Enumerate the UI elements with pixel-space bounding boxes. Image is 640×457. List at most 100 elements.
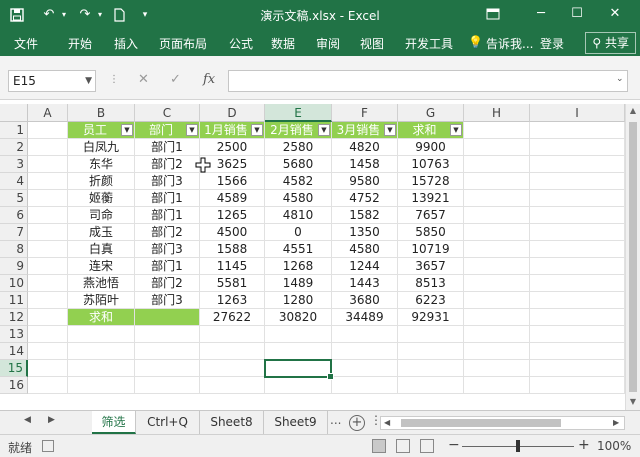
cell-f16[interactable] — [332, 377, 398, 394]
cell-h6[interactable] — [464, 207, 530, 224]
cell-f1[interactable]: 3月销售 ▼ — [332, 122, 398, 139]
cell-g2[interactable]: 9900 — [398, 139, 464, 156]
row-header-9[interactable]: 9 — [0, 258, 28, 275]
cell-h3[interactable] — [464, 156, 530, 173]
cell-a14[interactable] — [28, 343, 68, 360]
cell-c14[interactable] — [135, 343, 200, 360]
page-layout-view-icon[interactable] — [396, 439, 410, 453]
share-button[interactable]: ⚲ 共享 — [585, 32, 636, 54]
cell-c4[interactable]: 部门3 — [135, 173, 200, 190]
name-box[interactable]: E15 ▼ — [8, 70, 96, 92]
horizontal-scroll-thumb[interactable] — [401, 419, 561, 427]
column-header-b[interactable]: B — [68, 104, 135, 122]
row-header-3[interactable]: 3 — [0, 156, 28, 173]
select-all-corner[interactable] — [0, 104, 28, 122]
cell-c3[interactable]: 部门2 — [135, 156, 200, 173]
tab-review[interactable]: 审阅 — [316, 35, 340, 52]
cell-d9[interactable]: 1145 — [200, 258, 265, 275]
cell-a2[interactable] — [28, 139, 68, 156]
cell-f12[interactable]: 34489 — [332, 309, 398, 326]
cell-b11[interactable]: 苏陌叶 — [68, 292, 135, 309]
cell-e11[interactable]: 1280 — [265, 292, 332, 309]
cell-b4[interactable]: 折颜 — [68, 173, 135, 190]
cell-b6[interactable]: 司命 — [68, 207, 135, 224]
row-header-13[interactable]: 13 — [0, 326, 28, 343]
cell-c12[interactable] — [135, 309, 200, 326]
close-button[interactable]: ✕ — [604, 4, 626, 24]
scroll-left-icon[interactable]: ◀ — [384, 418, 390, 427]
cell-f6[interactable]: 1582 — [332, 207, 398, 224]
enter-icon[interactable]: ✓ — [170, 72, 181, 87]
cell-d12[interactable]: 27622 — [200, 309, 265, 326]
cell-h1[interactable] — [464, 122, 530, 139]
cell-e14[interactable] — [265, 343, 332, 360]
cell-g3[interactable]: 10763 — [398, 156, 464, 173]
cell-i12[interactable] — [530, 309, 625, 326]
column-header-h[interactable]: H — [464, 104, 530, 122]
cell-g5[interactable]: 13921 — [398, 190, 464, 207]
cell-a15[interactable] — [28, 360, 68, 377]
cell-c11[interactable]: 部门3 — [135, 292, 200, 309]
row-header-10[interactable]: 10 — [0, 275, 28, 292]
cell-b9[interactable]: 连宋 — [68, 258, 135, 275]
column-header-f[interactable]: F — [332, 104, 398, 122]
cell-a13[interactable] — [28, 326, 68, 343]
column-header-i[interactable]: I — [530, 104, 625, 122]
cell-g7[interactable]: 5850 — [398, 224, 464, 241]
cell-g6[interactable]: 7657 — [398, 207, 464, 224]
row-header-6[interactable]: 6 — [0, 207, 28, 224]
cell-g14[interactable] — [398, 343, 464, 360]
vertical-scrollbar[interactable]: ▲ ▼ — [625, 104, 640, 410]
cell-b15[interactable] — [68, 360, 135, 377]
cell-d10[interactable]: 5581 — [200, 275, 265, 292]
cell-f11[interactable]: 3680 — [332, 292, 398, 309]
sheet-tab-filter[interactable]: 筛选 — [92, 411, 136, 434]
sheet-tab-ctrlq[interactable]: Ctrl+Q — [136, 411, 200, 434]
cell-d16[interactable] — [200, 377, 265, 394]
scroll-right-icon[interactable]: ▶ — [613, 418, 619, 427]
cell-i13[interactable] — [530, 326, 625, 343]
cell-b16[interactable] — [68, 377, 135, 394]
cell-i8[interactable] — [530, 241, 625, 258]
cell-h15[interactable] — [464, 360, 530, 377]
cell-g10[interactable]: 8513 — [398, 275, 464, 292]
cell-a9[interactable] — [28, 258, 68, 275]
cell-h9[interactable] — [464, 258, 530, 275]
cell-i11[interactable] — [530, 292, 625, 309]
cell-c9[interactable]: 部门1 — [135, 258, 200, 275]
row-header-15[interactable]: 15 — [0, 360, 28, 377]
column-header-a[interactable]: A — [28, 104, 68, 122]
tab-file[interactable]: 文件 — [14, 35, 38, 52]
cell-a12[interactable] — [28, 309, 68, 326]
row-header-7[interactable]: 7 — [0, 224, 28, 241]
expand-formula-icon[interactable]: ⌄ — [616, 74, 624, 84]
cell-i6[interactable] — [530, 207, 625, 224]
cell-f15[interactable] — [332, 360, 398, 377]
filter-dropdown-icon[interactable]: ▼ — [384, 124, 396, 136]
cell-g1[interactable]: 求和 ▼ — [398, 122, 464, 139]
cell-e1[interactable]: 2月销售 ▼ — [265, 122, 332, 139]
cell-h13[interactable] — [464, 326, 530, 343]
column-header-e[interactable]: E — [265, 104, 332, 122]
cell-i3[interactable] — [530, 156, 625, 173]
cell-a11[interactable] — [28, 292, 68, 309]
cell-d2[interactable]: 2500 — [200, 139, 265, 156]
cell-f8[interactable]: 4580 — [332, 241, 398, 258]
sheet-tab-sheet8[interactable]: Sheet8 — [200, 411, 264, 434]
cell-i15[interactable] — [530, 360, 625, 377]
row-header-12[interactable]: 12 — [0, 309, 28, 326]
row-header-5[interactable]: 5 — [0, 190, 28, 207]
cell-b5[interactable]: 姬蘅 — [68, 190, 135, 207]
cell-f14[interactable] — [332, 343, 398, 360]
cell-a16[interactable] — [28, 377, 68, 394]
tab-home[interactable]: 开始 — [68, 35, 92, 52]
cell-f3[interactable]: 1458 — [332, 156, 398, 173]
cell-a1[interactable] — [28, 122, 68, 139]
zoom-slider-thumb[interactable] — [516, 440, 520, 452]
cell-c10[interactable]: 部门2 — [135, 275, 200, 292]
macro-record-icon[interactable] — [42, 440, 54, 452]
cell-g11[interactable]: 6223 — [398, 292, 464, 309]
cell-i5[interactable] — [530, 190, 625, 207]
cell-i2[interactable] — [530, 139, 625, 156]
more-sheets-button[interactable]: ... — [330, 413, 341, 427]
